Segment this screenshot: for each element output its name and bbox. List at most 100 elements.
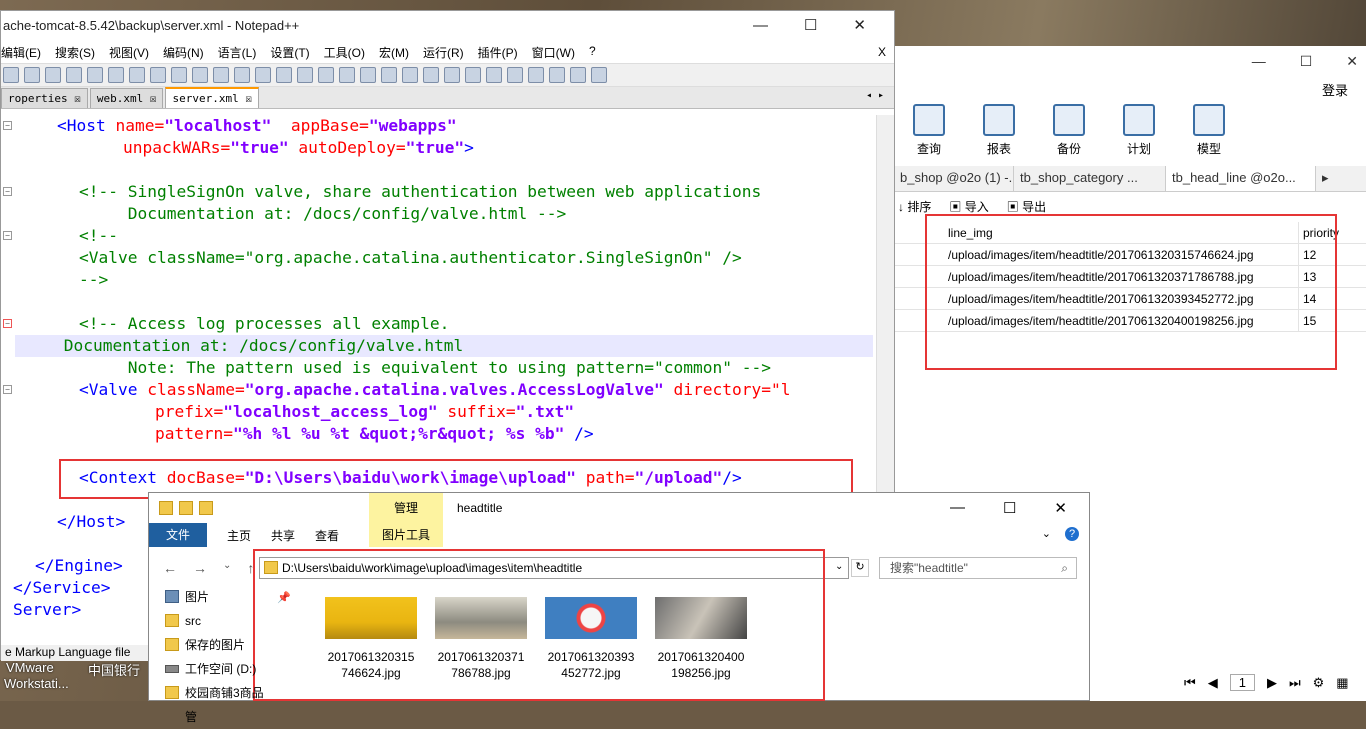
close-icon[interactable] (87, 67, 103, 83)
backup-button[interactable]: 备份 (1044, 104, 1094, 164)
indent-guide-icon[interactable] (381, 67, 397, 83)
file-item[interactable]: 2017061320400 198256.jpg (655, 597, 747, 681)
menu-settings[interactable]: 设置(T) (270, 44, 309, 61)
zoom-out-icon[interactable] (297, 67, 313, 83)
desktop-icon-vmware-label2[interactable]: Workstati... (4, 676, 69, 691)
settings-icon[interactable]: ⚙ (1313, 675, 1325, 691)
tab-view[interactable]: 查看 (315, 527, 339, 544)
menu-language[interactable]: 语言(L) (218, 44, 257, 61)
prev-page-icon[interactable]: ◀ (1208, 675, 1218, 691)
run-macro-icon[interactable] (570, 67, 586, 83)
fold-marker-icon[interactable]: − (3, 187, 12, 196)
tab-tb-shop-category[interactable]: tb_shop_category ... (1014, 166, 1166, 191)
search-input[interactable]: 搜索"headtitle" ⌕ (879, 557, 1077, 579)
minimize-icon[interactable]: — (950, 499, 965, 517)
tab-home[interactable]: 主页 (227, 527, 251, 544)
menu-run[interactable]: 运行(R) (423, 44, 464, 61)
copy-icon[interactable] (150, 67, 166, 83)
nav-item-pictures[interactable]: 图片 (149, 585, 269, 609)
tab-web-xml[interactable]: web.xml ☒ (89, 88, 164, 108)
save-all-icon[interactable] (66, 67, 82, 83)
maximize-icon[interactable]: ☐ (1003, 499, 1016, 517)
menu-edit[interactable]: 编辑(E) (1, 44, 41, 61)
nav-item-campus-shop[interactable]: 校园商铺3商品管 (149, 681, 269, 724)
nav-item-drive-d[interactable]: 工作空间 (D:) (149, 657, 269, 681)
menu-tools[interactable]: 工具(O) (324, 44, 365, 61)
fold-marker-icon[interactable]: − (3, 385, 12, 394)
report-button[interactable]: 报表 (974, 104, 1024, 164)
menu-view[interactable]: 视图(V) (109, 44, 149, 61)
doc-map-icon[interactable] (423, 67, 439, 83)
menu-window[interactable]: 窗口(W) (532, 44, 575, 61)
login-link[interactable]: 登录 (1322, 80, 1348, 99)
next-page-icon[interactable]: ▶ (1267, 675, 1277, 691)
undo-icon[interactable] (192, 67, 208, 83)
stop-macro-icon[interactable] (528, 67, 544, 83)
last-page-icon[interactable]: ⏭ (1289, 675, 1301, 691)
nav-item-saved-pictures[interactable]: 保存的图片 (149, 633, 269, 657)
menu-search[interactable]: 搜索(S) (55, 44, 95, 61)
zoom-in-icon[interactable] (276, 67, 292, 83)
file-item[interactable]: 2017061320371 786788.jpg (435, 597, 527, 681)
menu-encoding[interactable]: 编码(N) (163, 44, 204, 61)
new-folder-icon[interactable] (199, 501, 213, 515)
replace-icon[interactable] (255, 67, 271, 83)
refresh-icon[interactable]: ↻ (851, 559, 869, 577)
query-button[interactable]: 查询 (904, 104, 954, 164)
open-file-icon[interactable] (24, 67, 40, 83)
tab-share[interactable]: 共享 (271, 527, 295, 544)
monitor-icon[interactable] (486, 67, 502, 83)
close-icon[interactable]: ✕ (1346, 53, 1358, 70)
close-icon[interactable]: ✕ (1054, 499, 1067, 517)
folder-icon[interactable] (465, 67, 481, 83)
record-macro-icon[interactable] (507, 67, 523, 83)
play-macro-icon[interactable] (549, 67, 565, 83)
tab-tb-head-line[interactable]: tb_head_line @o2o... (1166, 166, 1316, 191)
menu-plugins[interactable]: 插件(P) (478, 44, 518, 61)
menu-help[interactable]: ? (589, 44, 596, 61)
tab-properties[interactable]: roperties ☒ (1, 88, 88, 108)
tab-tb-shop[interactable]: b_shop @o2o (1) -... (894, 166, 1014, 191)
grid-view-icon[interactable]: ▦ (1336, 675, 1348, 691)
fold-marker-icon[interactable]: − (3, 319, 12, 328)
wrap-icon[interactable] (339, 67, 355, 83)
fold-marker-icon[interactable]: − (3, 121, 12, 130)
desktop-icon-boc-label[interactable]: 中国银行 (88, 660, 140, 679)
cut-icon[interactable] (129, 67, 145, 83)
function-list-icon[interactable] (444, 67, 460, 83)
tab-picture-tools[interactable]: 图片工具 (369, 523, 443, 547)
desktop-icon-vmware-label[interactable]: VMware (6, 660, 54, 675)
pin-icon[interactable]: 📌 (277, 591, 291, 604)
find-icon[interactable] (234, 67, 250, 83)
save-icon[interactable] (45, 67, 61, 83)
maximize-icon[interactable]: ☐ (804, 11, 817, 41)
help-icon[interactable]: ? (1065, 527, 1079, 541)
tab-more[interactable]: ▸ (1316, 166, 1366, 191)
menu-macro[interactable]: 宏(M) (379, 44, 409, 61)
manage-tab[interactable]: 管理 (369, 493, 443, 523)
redo-icon[interactable] (213, 67, 229, 83)
minimize-icon[interactable]: — (1252, 53, 1266, 69)
paste-icon[interactable] (171, 67, 187, 83)
maximize-icon[interactable]: ☐ (1300, 53, 1313, 70)
properties-icon[interactable] (179, 501, 193, 515)
file-item[interactable]: 2017061320315 746624.jpg (325, 597, 417, 681)
tab-file[interactable]: 文件 (149, 523, 207, 547)
lang-icon[interactable] (402, 67, 418, 83)
new-file-icon[interactable] (3, 67, 19, 83)
model-button[interactable]: 模型 (1184, 104, 1234, 164)
close-document-button[interactable]: X (878, 45, 886, 59)
file-item[interactable]: 2017061320393 452772.jpg (545, 597, 637, 681)
save-macro-icon[interactable] (591, 67, 607, 83)
tab-scroll-arrows[interactable]: ◂▸ (866, 90, 890, 101)
schedule-button[interactable]: 计划 (1114, 104, 1164, 164)
chevron-down-icon[interactable]: ⌄ (223, 560, 231, 576)
back-icon[interactable]: ← (163, 560, 177, 576)
chevron-down-icon[interactable]: ⌄ (1042, 527, 1051, 541)
sync-scroll-icon[interactable] (318, 67, 334, 83)
show-all-icon[interactable] (360, 67, 376, 83)
page-number[interactable]: 1 (1229, 674, 1255, 691)
first-page-icon[interactable]: ⏮ (1184, 675, 1196, 691)
fold-marker-icon[interactable]: − (3, 231, 12, 240)
close-icon[interactable]: ✕ (853, 11, 866, 41)
